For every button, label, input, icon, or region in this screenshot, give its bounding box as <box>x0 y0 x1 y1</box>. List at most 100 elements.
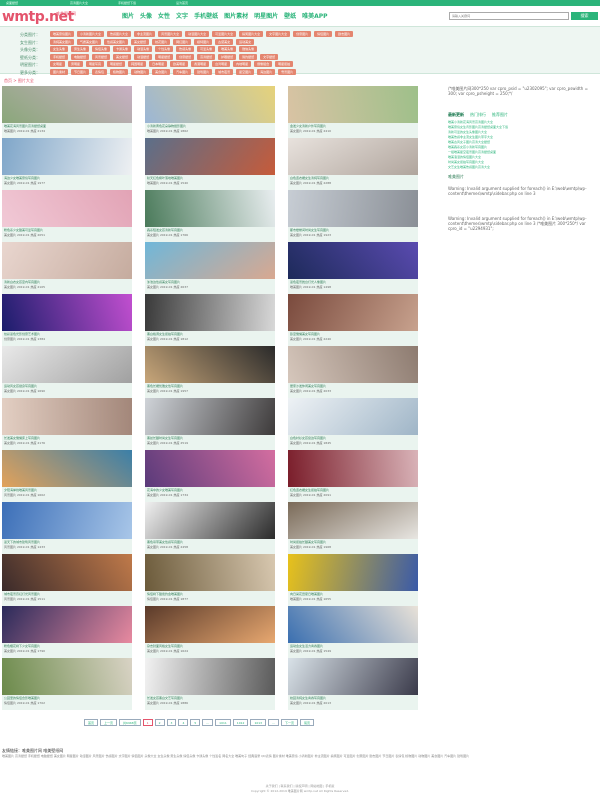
filter-tag[interactable]: 清纯美女图片 <box>50 38 75 45</box>
filter-tag[interactable]: 明星街拍 <box>275 61 294 67</box>
sidebar-tab[interactable]: 推荐图片 <box>492 112 508 118</box>
card-title[interactable]: 花海中的少女唯美写真图片 <box>147 488 273 492</box>
filter-tag[interactable]: 香港明星 <box>191 61 210 67</box>
thumbnail-image[interactable] <box>288 138 418 175</box>
filter-tag[interactable]: 可爱图片大全 <box>212 31 237 37</box>
filter-tag[interactable]: 美女壁纸 <box>131 38 150 45</box>
card-title[interactable]: 时尚街拍长腿美女写真图片 <box>290 540 416 544</box>
card-title[interactable]: 运动风女孩健身写真图片 <box>4 384 130 388</box>
image-card[interactable]: 都市楼梯间时尚女生写真图片 美女图片 2019-01 热度 1923 <box>288 190 418 242</box>
filter-tag[interactable]: 搞笑图片大全 <box>239 31 264 37</box>
filter-tag[interactable]: 男明星 <box>68 61 84 67</box>
filter-tag[interactable]: 动漫壁纸 <box>134 53 153 60</box>
topbar-link[interactable]: 桌面壁纸 <box>6 1 18 5</box>
filter-tag[interactable]: 卡通头像 <box>113 46 132 52</box>
filter-tag[interactable]: 简约壁纸 <box>239 53 258 60</box>
card-title[interactable]: 夕阳海岸线唯美风景图片 <box>4 488 130 492</box>
image-card[interactable]: 长发美女慵懒床上写真图片 美女图片 2019-01 热度 2176 <box>2 398 132 450</box>
filter-tag[interactable]: 表情包 <box>92 68 108 75</box>
sidebar-list-item[interactable]: 文艺女生唯美伤感图片高清大全 <box>448 165 598 170</box>
thumbnail-image[interactable] <box>288 658 418 695</box>
page-link[interactable]: ... <box>268 719 279 726</box>
thumbnail-image[interactable] <box>2 190 132 227</box>
thumbnail-image[interactable] <box>2 606 132 643</box>
filter-tag[interactable]: 美食图片 <box>152 68 171 75</box>
thumbnail-image[interactable] <box>2 242 132 279</box>
filter-tag[interactable]: 女生头像 <box>50 46 69 52</box>
filter-tag[interactable]: 伤感头像 <box>176 46 195 52</box>
nav-item[interactable]: 女性 <box>158 11 170 21</box>
image-card[interactable]: 炫彩蓝色光影创意艺术图片 创意图片 2019-01 热度 1384 <box>2 294 132 346</box>
page-link[interactable]: 首页 <box>84 719 99 726</box>
thumbnail-image[interactable] <box>288 554 418 591</box>
filter-tag[interactable]: 情侣图片 <box>314 31 333 37</box>
image-card[interactable]: 唯美花海风景图片高清壁纸桌面 唯美图片 2019-01 热度 2134 <box>2 86 132 138</box>
image-card[interactable]: 情侣树下甜蜜约会唯美图片 情侣图片 2019-01 热度 1877 <box>145 554 275 606</box>
nav-item[interactable]: 头像 <box>140 11 152 21</box>
filter-tag[interactable]: 励志图片 <box>335 31 354 37</box>
thumbnail-image[interactable] <box>2 502 132 539</box>
image-card[interactable]: 森系短发女孩清新写真图片 美女图片 2019-01 热度 1766 <box>145 190 275 242</box>
thumbnail-image[interactable] <box>288 294 418 331</box>
topbar-link[interactable]: 设为首页 <box>176 1 188 5</box>
thumbnail-image[interactable] <box>2 294 132 331</box>
card-title[interactable]: 海边少女唯美意境写真图片 <box>4 176 130 180</box>
card-title[interactable]: 运动会女生活力青春图片 <box>290 644 416 648</box>
card-title[interactable]: 白色连衣裙女生清纯写真图片 <box>290 176 416 180</box>
filter-tag[interactable]: 创意壁纸 <box>176 53 195 60</box>
filter-tag[interactable]: 小清新图片大全 <box>77 31 105 37</box>
card-title[interactable]: 森系短发女孩清新写真图片 <box>147 228 273 232</box>
thumbnail-image[interactable] <box>145 242 275 279</box>
sidebar-tab[interactable]: 热门排行 <box>470 112 486 118</box>
thumbnail-image[interactable] <box>2 398 132 435</box>
card-title[interactable]: 蓝天下的城市建筑风景图片 <box>4 540 130 544</box>
image-card[interactable]: 杂志封面风格女生写真图片 美女图片 2019-01 热度 1624 <box>145 606 275 658</box>
thumbnail-image[interactable] <box>145 294 275 331</box>
card-title[interactable]: 红色连衣裙女生街拍写真图片 <box>290 488 416 492</box>
filter-tag[interactable]: 模特图片 <box>194 38 213 45</box>
card-title[interactable]: 金发少女清新户外写真图片 <box>290 124 416 128</box>
thumbnail-image[interactable] <box>145 450 275 487</box>
image-card[interactable]: 卧室慵懒美女写真图片 美女图片 2019-01 热度 2240 <box>288 294 418 346</box>
filter-tag[interactable]: 汽车图片 <box>173 68 192 75</box>
card-title[interactable]: 长发美女慵懒床上写真图片 <box>4 436 130 440</box>
page-link[interactable]: 1 <box>142 719 153 726</box>
thumbnail-image[interactable] <box>145 190 275 227</box>
filter-tag[interactable]: 城市夜景 <box>215 68 234 75</box>
filter-tag[interactable]: 文字壁纸 <box>260 53 279 60</box>
filter-tag[interactable]: 唯美意境图片 <box>50 31 75 37</box>
thumbnail-image[interactable] <box>288 346 418 383</box>
filter-tag[interactable]: 性感美女图片 <box>104 38 129 45</box>
filter-tag[interactable]: 海边图片 <box>257 68 276 75</box>
image-card[interactable]: 泳池边性感美女写真图片 美女图片 2019-01 热度 2637 <box>145 242 275 294</box>
image-card[interactable]: 白色连衣裙女生清纯写真图片 美女图片 2019-01 热度 2288 <box>288 138 418 190</box>
filter-tag[interactable]: 男生头像 <box>71 46 90 52</box>
image-card[interactable]: 粉色樱花树下少女写真图片 美女图片 2019-01 热度 1790 <box>2 606 132 658</box>
filter-tag[interactable]: 古装美女 <box>215 38 234 45</box>
image-card[interactable]: 运动会女生活力青春图片 美女图片 2019-01 热度 1549 <box>288 606 418 658</box>
filter-tag[interactable]: 动物图片 <box>131 68 150 75</box>
nav-item[interactable]: 图片 <box>122 11 134 21</box>
card-title[interactable]: 杂志封面风格女生写真图片 <box>147 644 273 648</box>
friend-links[interactable]: 唯美图片 高清壁纸 手机壁纸 电脑壁纸 美女图片 明星图片 动漫图片 风景图片 … <box>2 754 600 764</box>
filter-tag[interactable]: 手机壁纸 <box>50 53 69 60</box>
thumbnail-image[interactable] <box>145 554 275 591</box>
card-title[interactable]: 长发女孩黑白文艺写真图片 <box>147 696 273 700</box>
thumbnail-image[interactable] <box>2 346 132 383</box>
card-title[interactable]: 黑色长裙优雅女性写真图片 <box>147 384 273 388</box>
image-card[interactable]: 红色连衣裙女生街拍写真图片 美女图片 2019-01 热度 2091 <box>288 450 418 502</box>
card-title[interactable]: 秋天红色枫叶落地唯美图片 <box>147 176 273 180</box>
search-button[interactable]: 搜索 <box>571 12 598 20</box>
topbar-link[interactable]: 手机壁纸下载 <box>118 1 136 5</box>
image-card[interactable]: 黑丝长腿时尚女生写真图片 美女图片 2019-01 热度 2519 <box>145 398 275 450</box>
card-title[interactable]: 公园里的情侣合影唯美图片 <box>4 696 130 700</box>
filter-tag[interactable]: 动漫图片大全 <box>185 31 210 37</box>
image-card[interactable]: 黑白格调女生街拍写真图片 美女图片 2019-01 热度 1812 <box>145 294 275 346</box>
filter-tag[interactable]: 可爱头像 <box>197 46 216 52</box>
image-card[interactable]: 时尚街拍长腿美女写真图片 美女图片 2019-01 热度 1968 <box>288 502 418 554</box>
thumbnail-image[interactable] <box>145 502 275 539</box>
image-card[interactable]: 花海中的少女唯美写真图片 美女图片 2019-01 热度 1734 <box>145 450 275 502</box>
filter-tag[interactable]: 动漫头像 <box>134 46 153 52</box>
image-card[interactable]: 公园里的情侣合影唯美图片 情侣图片 2019-01 热度 1702 <box>2 658 132 710</box>
image-card[interactable]: 金发少女清新户外写真图片 美女图片 2019-01 热度 2410 <box>288 86 418 138</box>
